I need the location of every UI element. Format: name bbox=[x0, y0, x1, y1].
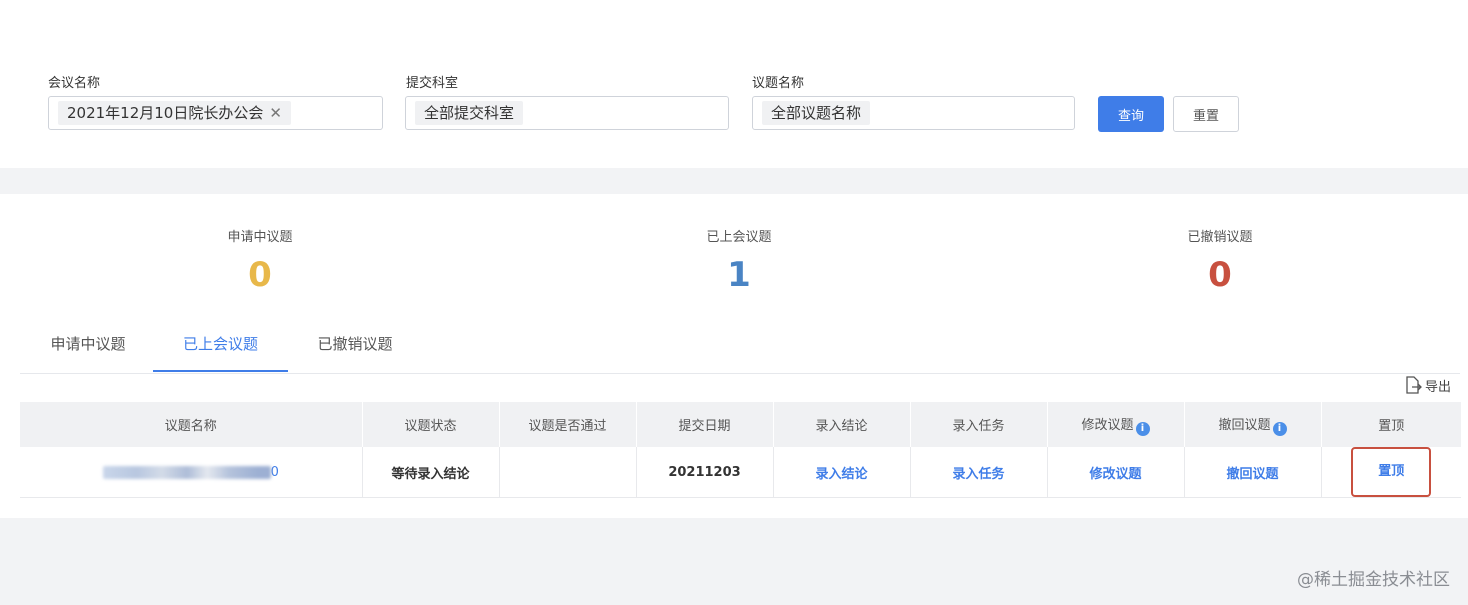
column-header: 议题是否通过 bbox=[499, 402, 637, 447]
table-header: 议题名称 议题状态 议题是否通过 提交日期 录入结论 录入任务 修改议题 i 撤回… bbox=[20, 402, 1461, 447]
column-header-modify: 修改议题 i bbox=[1047, 402, 1185, 447]
topic-name-cell[interactable]: 0 bbox=[20, 447, 363, 498]
column-header-label: 修改议题 bbox=[1081, 417, 1134, 433]
query-button[interactable]: 查询 bbox=[1098, 96, 1164, 132]
department-label: 提交科室 bbox=[406, 76, 459, 91]
topic-chip: 全部议题名称 bbox=[762, 101, 871, 125]
tab-bar: 申请中议题 已上会议题 已撤销议题 bbox=[20, 330, 1460, 374]
enter-conclusion-link[interactable]: 录入结论 bbox=[815, 467, 867, 482]
topics-table: 议题名称 议题状态 议题是否通过 提交日期 录入结论 录入任务 修改议题 i 撤回… bbox=[20, 402, 1461, 498]
column-header: 录入结论 bbox=[773, 402, 911, 447]
stat-value: 0 bbox=[248, 255, 272, 295]
tab-applying[interactable]: 申请中议题 bbox=[48, 330, 128, 372]
task-cell: 录入任务 bbox=[910, 447, 1048, 498]
modify-topic-link[interactable]: 修改议题 bbox=[1089, 467, 1141, 482]
column-header: 提交日期 bbox=[636, 402, 774, 447]
pin-cell: 置顶 bbox=[1321, 447, 1461, 498]
watermark: @稀土掘金技术社区 bbox=[1297, 570, 1450, 590]
stat-label: 已上会议题 bbox=[706, 230, 772, 245]
conclusion-cell: 录入结论 bbox=[773, 447, 911, 498]
export-icon bbox=[1406, 376, 1422, 394]
export-label: 导出 bbox=[1425, 379, 1452, 395]
stat-applying: 申请中议题 0 bbox=[160, 226, 360, 295]
column-header: 置顶 bbox=[1321, 402, 1461, 447]
column-header-label: 撤回议题 bbox=[1218, 417, 1271, 433]
column-header: 录入任务 bbox=[910, 402, 1048, 447]
department-select[interactable]: 全部提交科室 bbox=[405, 96, 729, 130]
info-icon[interactable]: i bbox=[1135, 421, 1150, 436]
stat-in-meeting: 已上会议题 1 bbox=[639, 226, 839, 295]
table-row: 0 等待录入结论 20211203 录入结论 录入任务 修改议题 撤回议题 置顶 bbox=[20, 447, 1461, 498]
stat-withdrawn: 已撤销议题 0 bbox=[1120, 226, 1320, 295]
department-chip: 全部提交科室 bbox=[415, 101, 524, 125]
topic-name-label: 议题名称 bbox=[752, 76, 805, 91]
redacted-text bbox=[102, 465, 271, 479]
tab-in-meeting[interactable]: 已上会议题 bbox=[153, 330, 288, 372]
stat-value: 1 bbox=[727, 255, 751, 295]
topic-name-select[interactable]: 全部议题名称 bbox=[752, 96, 1075, 130]
column-header-withdraw: 撤回议题 i bbox=[1184, 402, 1322, 447]
enter-task-link[interactable]: 录入任务 bbox=[952, 467, 1004, 482]
topic-name-suffix: 0 bbox=[270, 464, 279, 480]
stat-value: 0 bbox=[1208, 255, 1232, 295]
info-icon[interactable]: i bbox=[1272, 421, 1287, 436]
column-header: 议题状态 bbox=[362, 402, 500, 447]
tab-withdrawn[interactable]: 已撤销议题 bbox=[314, 330, 396, 372]
highlight-box: 置顶 bbox=[1351, 447, 1432, 497]
meeting-name-label: 会议名称 bbox=[48, 76, 101, 91]
close-icon[interactable]: ✕ bbox=[269, 101, 282, 125]
date-cell: 20211203 bbox=[636, 447, 774, 498]
pin-to-top-link[interactable]: 置顶 bbox=[1378, 464, 1404, 479]
meeting-name-select[interactable]: 2021年12月10日院长办公会 ✕ bbox=[48, 96, 383, 130]
meeting-chip-text: 2021年12月10日院长办公会 bbox=[67, 104, 264, 122]
topics-panel: 申请中议题 0 已上会议题 1 已撤销议题 0 申请中议题 已上会议题 已撤销议… bbox=[0, 194, 1468, 518]
stat-label: 申请中议题 bbox=[227, 230, 293, 245]
withdraw-topic-link[interactable]: 撤回议题 bbox=[1226, 467, 1278, 482]
status-cell: 等待录入结论 bbox=[362, 447, 500, 498]
reset-button[interactable]: 重置 bbox=[1173, 96, 1239, 132]
export-button[interactable]: 导出 bbox=[1404, 375, 1451, 395]
filter-panel: 会议名称 2021年12月10日院长办公会 ✕ 提交科室 全部提交科室 议题名称 … bbox=[0, 0, 1468, 168]
modify-cell: 修改议题 bbox=[1047, 447, 1185, 498]
column-header: 议题名称 bbox=[20, 402, 363, 447]
withdraw-cell: 撤回议题 bbox=[1184, 447, 1322, 498]
meeting-chip: 2021年12月10日院长办公会 ✕ bbox=[58, 101, 291, 125]
stat-label: 已撤销议题 bbox=[1187, 230, 1253, 245]
passed-cell bbox=[499, 447, 637, 498]
